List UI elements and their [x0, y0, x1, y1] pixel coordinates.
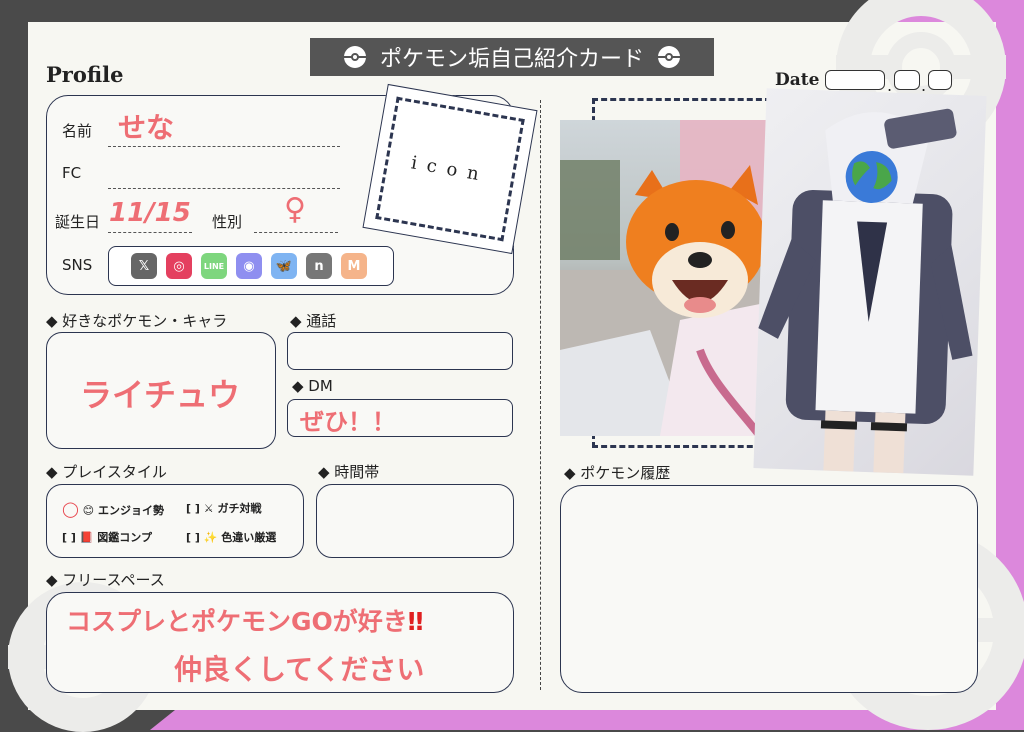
birthday-label: 誕生日: [55, 213, 101, 231]
instagram-icon[interactable]: ◎: [166, 253, 192, 279]
free-space-label: ◆ フリースペース: [46, 571, 165, 589]
birthday-underline: [108, 232, 192, 233]
playstyle-item-enjoy[interactable]: ◯ 😊 エンジョイ勢: [62, 500, 164, 518]
cosplay-photo-1: [560, 120, 780, 436]
misskey-icon[interactable]: M: [341, 253, 367, 279]
playstyle-item-battle[interactable]: [ ] ⚔ ガチ対戦: [186, 500, 261, 516]
playstyle-box: [46, 484, 304, 558]
date-separator: .: [921, 76, 927, 95]
photo2-drawing: [758, 108, 973, 474]
favorite-label: ◆ 好きなポケモン・キャラ: [46, 312, 228, 330]
birthday-value[interactable]: 11/15: [109, 198, 191, 228]
fc-underline: [108, 188, 340, 189]
bluesky-icon[interactable]: 🦋: [271, 253, 297, 279]
line-icon[interactable]: LINE: [201, 253, 227, 279]
dm-value: ぜひ！！: [300, 408, 396, 436]
pokemon-history-box[interactable]: [560, 485, 978, 693]
time-box[interactable]: [316, 484, 514, 558]
gender-underline: [254, 232, 338, 233]
name-value[interactable]: せな: [118, 106, 174, 146]
free-space-line1: コスプレとポケモンGOが好き‼: [66, 607, 424, 636]
name-label: 名前: [62, 122, 93, 140]
pokeball-icon: [658, 46, 680, 68]
free-space-line2: 仲良くしてください: [174, 653, 425, 686]
favorite-value: ライチュウ: [80, 376, 241, 414]
gender-label: 性別: [212, 213, 243, 231]
cosplay-photo-2: [753, 88, 987, 476]
photo1-drawing: [560, 120, 780, 436]
icon-placeholder-card[interactable]: icon: [362, 83, 538, 255]
playstyle-item-shiny[interactable]: [ ] ✨ 色違い厳選: [186, 529, 276, 545]
date-day-field[interactable]: [928, 70, 952, 90]
x-icon[interactable]: 𝕏: [131, 253, 157, 279]
call-label: ◆ 通話: [290, 312, 337, 330]
sns-icon-row: 𝕏 ◎ LINE ◉ 🦋 n M: [108, 246, 394, 286]
discord-icon[interactable]: ◉: [236, 253, 262, 279]
date-year-field[interactable]: [825, 70, 885, 90]
gender-value[interactable]: ♀: [284, 192, 306, 227]
profile-heading: Profile: [46, 62, 124, 87]
pokeball-icon: [343, 46, 366, 68]
date-label: Date: [775, 70, 820, 90]
time-label: ◆ 時間帯: [318, 463, 380, 481]
fc-label: FC: [62, 164, 82, 182]
dm-label: ◆ DM: [292, 377, 333, 395]
playstyle-label: ◆ プレイスタイル: [46, 463, 167, 481]
pokemon-history-label: ◆ ポケモン履歴: [564, 464, 671, 482]
name-underline: [108, 146, 340, 147]
icon-placeholder-text: icon: [375, 96, 525, 242]
card-title-bar: ポケモン垢自己紹介カード: [310, 38, 714, 76]
date-month-field[interactable]: [894, 70, 920, 90]
center-divider: [540, 100, 541, 690]
playstyle-item-dex[interactable]: [ ] 📕 図鑑コンプ: [62, 529, 152, 545]
card-title: ポケモン垢自己紹介カード: [379, 47, 644, 72]
call-box[interactable]: [287, 332, 513, 370]
sns-label: SNS: [62, 256, 93, 274]
note-icon[interactable]: n: [306, 253, 332, 279]
